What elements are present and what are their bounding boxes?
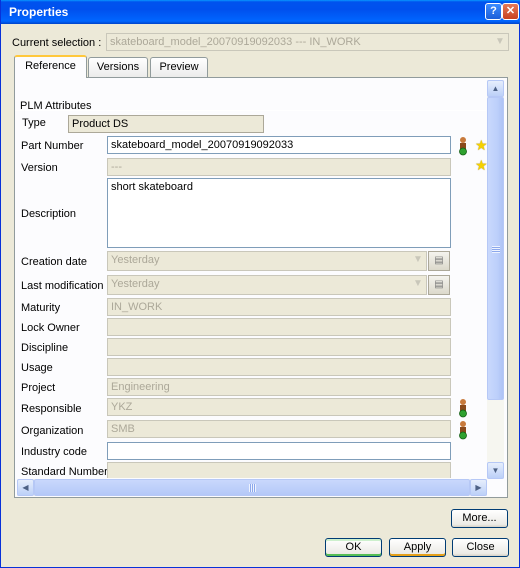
description-label: Description [21,208,77,220]
last-modification-value: Yesterday [111,278,160,290]
usage-label: Usage [21,362,53,374]
lock-owner-label: Lock Owner [21,322,80,334]
responsible-value: YKZ [111,401,133,413]
description-textarea[interactable]: short skateboard [107,178,451,248]
scroll-down-icon[interactable]: ▼ [487,462,504,479]
ok-button[interactable]: OK [325,538,382,557]
version-value: --- [111,161,122,173]
description-value: short skateboard [111,181,193,193]
tab-preview[interactable]: Preview [150,57,208,77]
calendar-icon[interactable]: ▤ [428,275,450,295]
last-modification-combo[interactable]: Yesterday ▼ [107,275,427,295]
industry-code-input[interactable] [107,442,451,460]
project-field: Engineering [107,378,451,396]
title-bar: Properties ? ✕ [1,0,520,24]
vertical-scrollbar[interactable]: ▲ ▼ [487,80,504,479]
current-selection-value: skateboard_model_20070919092033 --- IN_W… [110,36,361,48]
apply-button[interactable]: Apply [389,538,446,557]
organization-field: SMB [107,420,451,438]
standard-number-label: Standard Number [21,466,108,478]
project-label: Project [21,382,56,394]
chevron-down-icon: ▼ [413,278,423,289]
properties-dialog: Properties ? ✕ Current selection : skate… [0,0,520,568]
close-window-button[interactable]: ✕ [502,3,519,20]
standard-number-field [107,462,451,478]
discipline-field [107,338,451,356]
user-status-icon[interactable] [457,398,469,418]
part-number-value: skateboard_model_20070919092033 [111,139,294,151]
industry-code-label: Industry code [21,446,88,458]
lock-owner-field [107,318,451,336]
scroll-left-icon[interactable]: ◀ [17,479,34,496]
close-button[interactable]: Close [452,538,509,557]
grip-icon [492,246,500,253]
horizontal-scrollbar[interactable]: ◀ ▶ [17,479,487,496]
scroll-right-icon[interactable]: ▶ [470,479,487,496]
grip-icon [249,484,256,492]
window-title: Properties [9,5,69,19]
maturity-label: Maturity [21,302,61,314]
organization-value: SMB [111,423,135,435]
maturity-value: IN_WORK [111,301,163,313]
current-selection-label: Current selection : [12,37,102,49]
type-label: Type [22,117,46,129]
type-value: Product DS [72,118,129,130]
user-status-icon[interactable] [457,420,469,440]
organization-label: Organization [21,425,84,437]
chevron-down-icon: ▼ [495,36,505,47]
tab-versions[interactable]: Versions [88,57,148,77]
last-modification-label: Last modification [21,280,104,292]
user-status-icon[interactable] [457,136,469,156]
responsible-label: Responsible [21,403,82,415]
version-label: Version [21,162,58,174]
creation-date-value: Yesterday [111,254,160,266]
part-number-label: Part Number [21,140,84,152]
part-number-input[interactable]: skateboard_model_20070919092033 [107,136,451,154]
type-field: Product DS [68,115,264,133]
group-divider [15,110,486,111]
horizontal-scroll-thumb[interactable] [34,479,470,496]
more-button[interactable]: More... [451,509,508,528]
project-value: Engineering [111,381,170,393]
creation-date-label: Creation date [21,256,88,268]
discipline-label: Discipline [21,342,69,354]
usage-field [107,358,451,376]
help-button[interactable]: ? [485,3,502,20]
scroll-up-icon[interactable]: ▲ [487,80,504,97]
version-field: --- [107,158,451,176]
responsible-field: YKZ [107,398,451,416]
current-selection-combo[interactable]: skateboard_model_20070919092033 --- IN_W… [106,33,509,51]
tab-reference[interactable]: Reference [14,55,87,78]
calendar-icon[interactable]: ▤ [428,251,450,271]
maturity-field: IN_WORK [107,298,451,316]
creation-date-combo[interactable]: Yesterday ▼ [107,251,427,271]
vertical-scroll-thumb[interactable] [487,97,504,400]
chevron-down-icon: ▼ [413,254,423,265]
